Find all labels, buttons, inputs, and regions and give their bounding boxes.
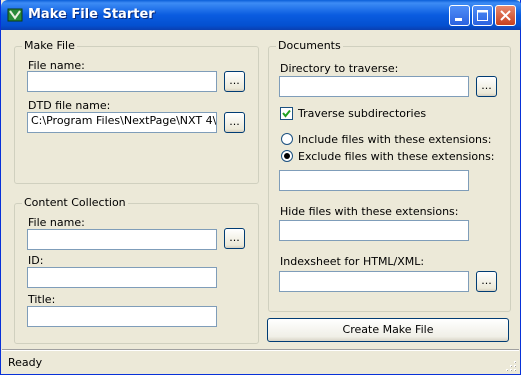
status-text: Ready	[8, 356, 43, 369]
include-label[interactable]: Include files with these extensions:	[298, 133, 491, 146]
make-file-group-label: Make File	[22, 39, 77, 52]
cc-browse-button[interactable]: ...	[224, 228, 245, 249]
indexsheet-input[interactable]	[279, 271, 469, 292]
cc-id-label: ID:	[28, 254, 44, 267]
extensions-input[interactable]	[279, 170, 469, 191]
cc-file-name-label: File name:	[28, 216, 85, 229]
close-button[interactable]	[495, 5, 516, 26]
main-window: Make File Starter Make File File name: .…	[0, 0, 521, 375]
minimize-button[interactable]	[449, 5, 470, 26]
directory-browse-button[interactable]: ...	[476, 76, 497, 97]
cc-title-input[interactable]	[27, 306, 217, 327]
cc-id-input[interactable]	[27, 267, 217, 288]
hide-label: Hide files with these extensions:	[280, 205, 459, 218]
close-icon	[500, 10, 511, 21]
make-file-name-input[interactable]	[27, 71, 217, 92]
maximize-button[interactable]	[472, 5, 493, 26]
directory-label: Directory to traverse:	[280, 62, 399, 75]
content-collection-group-label: Content Collection	[22, 196, 128, 209]
exclude-label[interactable]: Exclude files with these extensions:	[298, 150, 495, 163]
minimize-icon	[455, 18, 462, 21]
directory-input[interactable]	[279, 76, 469, 97]
dtd-browse-button[interactable]: ...	[224, 112, 245, 133]
traverse-label[interactable]: Traverse subdirectories	[298, 107, 426, 120]
create-make-file-button[interactable]: Create Make File	[267, 318, 509, 342]
indexsheet-label: Indexsheet for HTML/XML:	[280, 255, 425, 268]
indexsheet-browse-button[interactable]: ...	[476, 271, 497, 292]
maximize-icon	[477, 10, 488, 21]
make-file-browse-button[interactable]: ...	[224, 71, 245, 92]
cc-title-label: Title:	[28, 293, 56, 306]
traverse-checkbox[interactable]	[280, 107, 293, 120]
status-bar: Ready	[2, 350, 519, 374]
dtd-file-name-label: DTD file name:	[28, 99, 111, 112]
documents-group-label: Documents	[276, 39, 343, 52]
dtd-file-name-input[interactable]: C:\Program Files\NextPage\NXT 4\Bu	[27, 112, 217, 133]
cc-file-name-input[interactable]	[27, 229, 217, 250]
hide-input[interactable]	[279, 220, 469, 241]
resize-grip-icon[interactable]	[505, 360, 517, 372]
checkmark-icon	[282, 109, 291, 118]
exclude-radio[interactable]	[281, 150, 293, 162]
window-title: Make File Starter	[28, 7, 155, 22]
include-radio[interactable]	[281, 133, 293, 145]
app-icon	[7, 8, 23, 22]
title-bar[interactable]: Make File Starter	[1, 0, 521, 30]
